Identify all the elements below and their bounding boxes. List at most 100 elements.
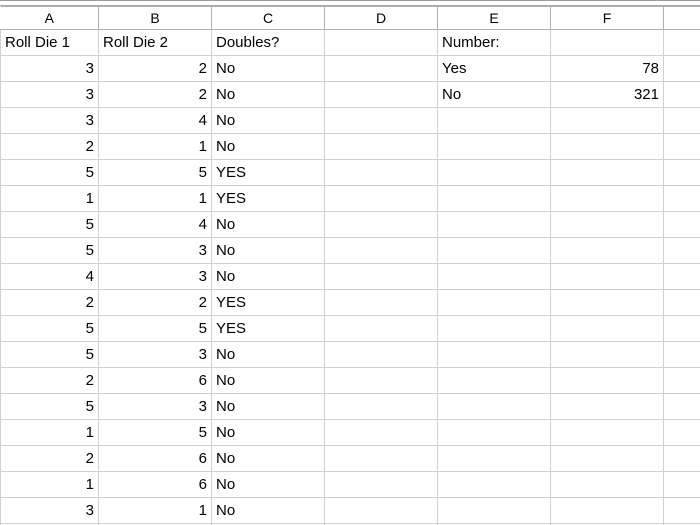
cell-doubles[interactable]: No bbox=[212, 212, 325, 238]
cell[interactable] bbox=[438, 368, 551, 394]
cell[interactable] bbox=[664, 186, 700, 212]
table-row[interactable]: 34No bbox=[1, 108, 700, 134]
cell[interactable] bbox=[438, 238, 551, 264]
cell[interactable] bbox=[664, 498, 700, 524]
table-row[interactable]: 21No bbox=[1, 134, 700, 160]
cell[interactable] bbox=[325, 498, 438, 524]
summary-yes-count[interactable]: 78 bbox=[551, 56, 664, 82]
spreadsheet[interactable]: A B C D E F Roll Die 1 Roll Die 2 Double… bbox=[0, 0, 700, 525]
cell[interactable] bbox=[551, 186, 664, 212]
cell-die2[interactable]: 6 bbox=[99, 368, 212, 394]
cell[interactable] bbox=[551, 134, 664, 160]
cell-doubles[interactable]: No bbox=[212, 134, 325, 160]
summary-no-count[interactable]: 321 bbox=[551, 82, 664, 108]
cell[interactable] bbox=[664, 108, 700, 134]
cell-die1[interactable]: 2 bbox=[1, 290, 99, 316]
cell[interactable] bbox=[551, 108, 664, 134]
cell[interactable] bbox=[551, 446, 664, 472]
table-row[interactable]: 22YES bbox=[1, 290, 700, 316]
cell[interactable] bbox=[664, 290, 700, 316]
cell-doubles[interactable]: No bbox=[212, 394, 325, 420]
cell-doubles[interactable]: No bbox=[212, 108, 325, 134]
cell-die1[interactable]: 3 bbox=[1, 56, 99, 82]
cell[interactable] bbox=[551, 394, 664, 420]
cell[interactable]: Roll Die 1 bbox=[1, 30, 99, 56]
col-header-f[interactable]: F bbox=[551, 7, 664, 30]
cell[interactable] bbox=[325, 238, 438, 264]
cell[interactable] bbox=[325, 108, 438, 134]
cell[interactable] bbox=[325, 368, 438, 394]
cell-die2[interactable]: 2 bbox=[99, 82, 212, 108]
cell[interactable] bbox=[438, 264, 551, 290]
cell[interactable] bbox=[325, 186, 438, 212]
cell[interactable] bbox=[325, 134, 438, 160]
cell[interactable] bbox=[438, 420, 551, 446]
cell[interactable] bbox=[551, 498, 664, 524]
cell[interactable] bbox=[551, 264, 664, 290]
table-row[interactable]: Roll Die 1 Roll Die 2 Doubles? Number: bbox=[1, 30, 700, 56]
cell-die2[interactable]: 4 bbox=[99, 212, 212, 238]
cell[interactable] bbox=[325, 420, 438, 446]
cell[interactable] bbox=[551, 316, 664, 342]
table-row[interactable]: 32No Yes78 bbox=[1, 56, 700, 82]
cell[interactable] bbox=[664, 446, 700, 472]
col-header-c[interactable]: C bbox=[212, 7, 325, 30]
cell[interactable] bbox=[325, 56, 438, 82]
cell[interactable]: Number: bbox=[438, 30, 551, 56]
cell-doubles[interactable]: No bbox=[212, 82, 325, 108]
cell-die1[interactable]: 2 bbox=[1, 134, 99, 160]
cell-die1[interactable]: 3 bbox=[1, 82, 99, 108]
cell[interactable] bbox=[664, 342, 700, 368]
cell-die1[interactable]: 4 bbox=[1, 264, 99, 290]
cell-doubles[interactable]: No bbox=[212, 56, 325, 82]
cell-die1[interactable]: 5 bbox=[1, 238, 99, 264]
cell[interactable] bbox=[664, 394, 700, 420]
cell-die1[interactable]: 1 bbox=[1, 186, 99, 212]
cell-doubles[interactable]: YES bbox=[212, 186, 325, 212]
cell-die2[interactable]: 6 bbox=[99, 446, 212, 472]
cell[interactable] bbox=[438, 186, 551, 212]
cell-doubles[interactable]: No bbox=[212, 238, 325, 264]
cell-die1[interactable]: 5 bbox=[1, 316, 99, 342]
cell-die1[interactable]: 5 bbox=[1, 160, 99, 186]
table-row[interactable]: 26No bbox=[1, 368, 700, 394]
cell-doubles[interactable]: No bbox=[212, 446, 325, 472]
cell[interactable] bbox=[325, 30, 438, 56]
table-row[interactable]: 32NoNo321 bbox=[1, 82, 700, 108]
cell-die2[interactable]: 5 bbox=[99, 316, 212, 342]
cell[interactable] bbox=[664, 82, 700, 108]
cell-doubles[interactable]: YES bbox=[212, 290, 325, 316]
cell[interactable] bbox=[551, 290, 664, 316]
cell[interactable] bbox=[664, 134, 700, 160]
cell[interactable] bbox=[438, 342, 551, 368]
cell[interactable] bbox=[551, 368, 664, 394]
col-header-e[interactable]: E bbox=[438, 7, 551, 30]
cell[interactable] bbox=[438, 212, 551, 238]
cell[interactable] bbox=[325, 394, 438, 420]
cell-die2[interactable]: 1 bbox=[99, 498, 212, 524]
cell-doubles[interactable]: No bbox=[212, 342, 325, 368]
cell[interactable] bbox=[551, 342, 664, 368]
cell[interactable] bbox=[438, 290, 551, 316]
col-header-d[interactable]: D bbox=[325, 7, 438, 30]
cell-die2[interactable]: 2 bbox=[99, 56, 212, 82]
cell[interactable] bbox=[551, 212, 664, 238]
cell[interactable] bbox=[664, 316, 700, 342]
cell-die2[interactable]: 6 bbox=[99, 472, 212, 498]
cell[interactable] bbox=[551, 472, 664, 498]
cell-die1[interactable]: 2 bbox=[1, 446, 99, 472]
cell-die1[interactable]: 1 bbox=[1, 420, 99, 446]
cell[interactable] bbox=[438, 446, 551, 472]
cell-doubles[interactable]: No bbox=[212, 420, 325, 446]
table-row[interactable]: 43No bbox=[1, 264, 700, 290]
cell[interactable] bbox=[325, 264, 438, 290]
cell-die2[interactable]: 5 bbox=[99, 160, 212, 186]
cell[interactable] bbox=[551, 160, 664, 186]
table-row[interactable]: 53No bbox=[1, 342, 700, 368]
cell-die1[interactable]: 3 bbox=[1, 108, 99, 134]
summary-yes-label[interactable]: Yes bbox=[438, 56, 551, 82]
cell-die1[interactable]: 3 bbox=[1, 498, 99, 524]
cell-die2[interactable]: 4 bbox=[99, 108, 212, 134]
cell-die2[interactable]: 3 bbox=[99, 238, 212, 264]
cell-die2[interactable]: 3 bbox=[99, 394, 212, 420]
